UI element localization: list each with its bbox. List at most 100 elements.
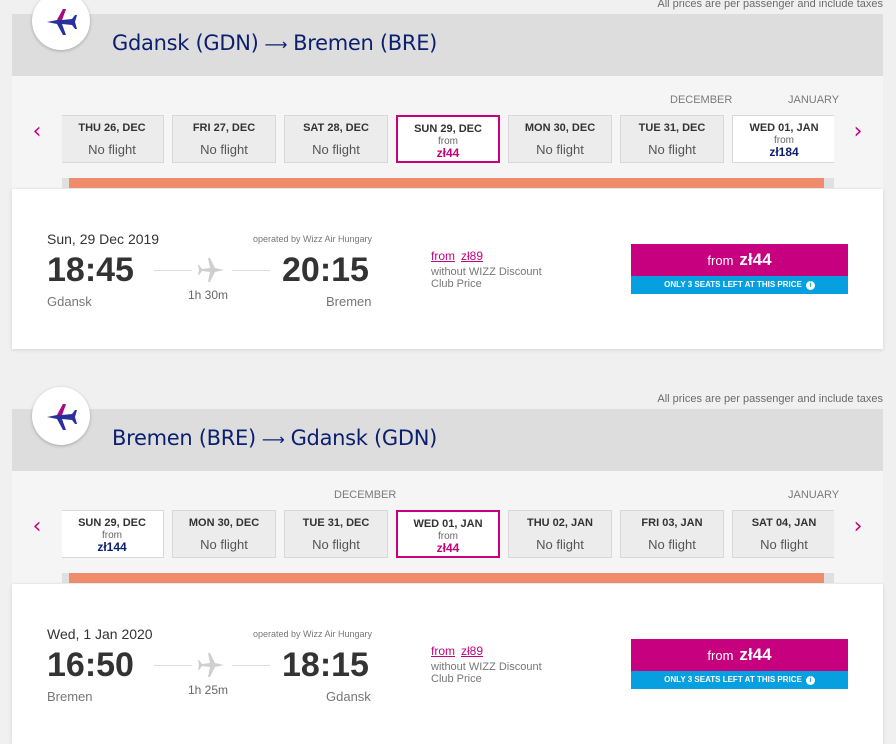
price-note: All prices are per passenger and include… (657, 0, 883, 10)
plane-logo-icon (47, 9, 77, 35)
date-label: SAT 04, JAN (751, 517, 817, 529)
button-price: zł44 (739, 250, 772, 269)
date-label: SUN 29, DEC (414, 123, 482, 135)
route-title: Gdansk (GDN) ⟶ Bremen (BRE) (112, 31, 437, 55)
date-cards: THU 26, DEC No flight FRI 27, DEC No flight… (62, 115, 834, 167)
standard-price-from: from (431, 644, 455, 658)
origin: Bremen (BRE) (112, 426, 256, 450)
no-flight-label: No flight (200, 537, 248, 552)
select-flight-button[interactable]: from zł44 (631, 244, 848, 276)
date-card[interactable]: MON 30, DEC No flight (172, 510, 276, 558)
month-label: DECEMBER (670, 94, 733, 106)
standard-price: zł89 (461, 249, 484, 263)
date-card[interactable]: WED 01, JAN from zł44 (396, 510, 500, 558)
date-card[interactable]: SAT 28, DEC No flight (284, 115, 388, 163)
prev-dates-button[interactable]: ‹ (27, 116, 47, 146)
route-line (154, 665, 192, 666)
date-card[interactable]: FRI 03, JAN No flight (620, 510, 724, 558)
info-icon[interactable]: i (805, 676, 815, 685)
no-flight-label: No flight (88, 142, 136, 157)
seats-left-text: ONLY 3 SEATS LEFT AT THIS PRICE (664, 280, 802, 289)
flight-duration: 1h 30m (188, 288, 229, 302)
standard-price-from: from (431, 249, 455, 263)
no-flight-label: No flight (536, 142, 584, 157)
date-card[interactable]: SUN 29, DEC from zł144 (62, 510, 164, 558)
date-card[interactable]: FRI 27, DEC No flight (172, 115, 276, 163)
select-flight-button[interactable]: from zł44 (631, 639, 848, 671)
plane-icon (198, 256, 224, 288)
no-flight-label: No flight (648, 537, 696, 552)
seats-left-text: ONLY 3 SEATS LEFT AT THIS PRICE (664, 675, 802, 684)
standard-price: zł89 (461, 644, 484, 658)
no-flight-label: No flight (200, 142, 248, 157)
date-label: MON 30, DEC (524, 122, 596, 134)
prev-dates-button[interactable]: ‹ (27, 511, 47, 541)
date-card[interactable]: THU 02, JAN No flight (508, 510, 612, 558)
departure-time: 18:45 (47, 251, 134, 289)
plane-logo-icon (47, 404, 77, 430)
date-label: TUE 31, DEC (302, 517, 370, 529)
date-label: MON 30, DEC (188, 517, 260, 529)
seats-left-banner: ONLY 3 SEATS LEFT AT THIS PRICE i (631, 671, 848, 689)
date-label: TUE 31, DEC (638, 122, 706, 134)
date-card[interactable]: WED 01, JAN from zł184 (732, 115, 834, 163)
date-card[interactable]: TUE 31, DEC No flight (620, 115, 724, 163)
no-flight-label: No flight (536, 537, 584, 552)
date-card[interactable]: SAT 04, JAN No flight (732, 510, 834, 558)
date-label: THU 26, DEC (78, 122, 146, 134)
date-label: THU 02, JAN (526, 517, 594, 529)
date-label: WED 01, JAN (749, 122, 819, 134)
no-flight-label: No flight (648, 142, 696, 157)
date-scroll-bar[interactable] (69, 178, 824, 188)
flight-duration: 1h 25m (188, 683, 229, 697)
arrival-time: 18:15 (282, 646, 369, 684)
date-label: FRI 03, JAN (641, 517, 703, 529)
button-from-label: from (707, 648, 734, 663)
seats-left-banner: ONLY 3 SEATS LEFT AT THIS PRICE i (631, 276, 848, 294)
no-flight-label: No flight (312, 142, 360, 157)
date-card[interactable]: THU 26, DEC No flight (62, 115, 164, 163)
info-icon[interactable]: i (805, 281, 815, 290)
date-cards: SUN 29, DEC from zł144 MON 30, DEC No flight… (62, 510, 834, 562)
airline-logo (32, 387, 90, 445)
month-label: JANUARY (788, 94, 840, 106)
origin: Gdansk (GDN) (112, 31, 259, 55)
arrival-city: Bremen (326, 294, 372, 309)
no-flight-label: No flight (312, 537, 360, 552)
flight-card: Wed, 1 Jan 2020 operated by Wizz Air Hung… (12, 584, 883, 744)
price-note: All prices are per passenger and include… (657, 393, 883, 405)
chevron-right-icon: › (853, 118, 863, 144)
route-title: Bremen (BRE) ⟶ Gdansk (GDN) (112, 426, 437, 450)
destination: Bremen (BRE) (293, 31, 438, 55)
chevron-left-icon: ‹ (32, 513, 42, 539)
date-scroll-bar[interactable] (69, 573, 824, 583)
date-card[interactable]: MON 30, DEC No flight (508, 115, 612, 163)
flight-date: Sun, 29 Dec 2019 (47, 231, 160, 247)
button-from-label: from (707, 253, 734, 268)
date-price: zł144 (97, 540, 127, 554)
arrival-city: Gdansk (326, 689, 371, 704)
flight-card: Sun, 29 Dec 2019 operated by Wizz Air Hun… (12, 189, 883, 349)
date-price: zł44 (436, 541, 460, 555)
chevron-left-icon: ‹ (32, 118, 42, 144)
club-price-note: without WIZZ Discount Club Price (431, 266, 542, 290)
date-label: SUN 29, DEC (78, 517, 146, 529)
route-line (232, 665, 270, 666)
standard-price-link[interactable]: from zł89 (431, 644, 483, 658)
standard-price-link[interactable]: from zł89 (431, 249, 483, 263)
next-dates-button[interactable]: › (848, 116, 868, 146)
operator-label: operated by Wizz Air Hungary (253, 234, 373, 244)
no-flight-label: No flight (760, 537, 808, 552)
date-card[interactable]: TUE 31, DEC No flight (284, 510, 388, 558)
departure-city: Gdansk (47, 294, 92, 309)
operator-label: operated by Wizz Air Hungary (253, 629, 373, 639)
date-card[interactable]: SUN 29, DEC from zł44 (396, 115, 500, 163)
route-line (232, 270, 270, 271)
arrival-time: 20:15 (282, 251, 369, 289)
destination: Gdansk (GDN) (290, 426, 438, 450)
next-dates-button[interactable]: › (848, 511, 868, 541)
plane-icon (198, 651, 224, 683)
flight-date: Wed, 1 Jan 2020 (47, 626, 153, 642)
date-price: zł44 (436, 146, 460, 160)
date-price: zł184 (769, 145, 799, 159)
